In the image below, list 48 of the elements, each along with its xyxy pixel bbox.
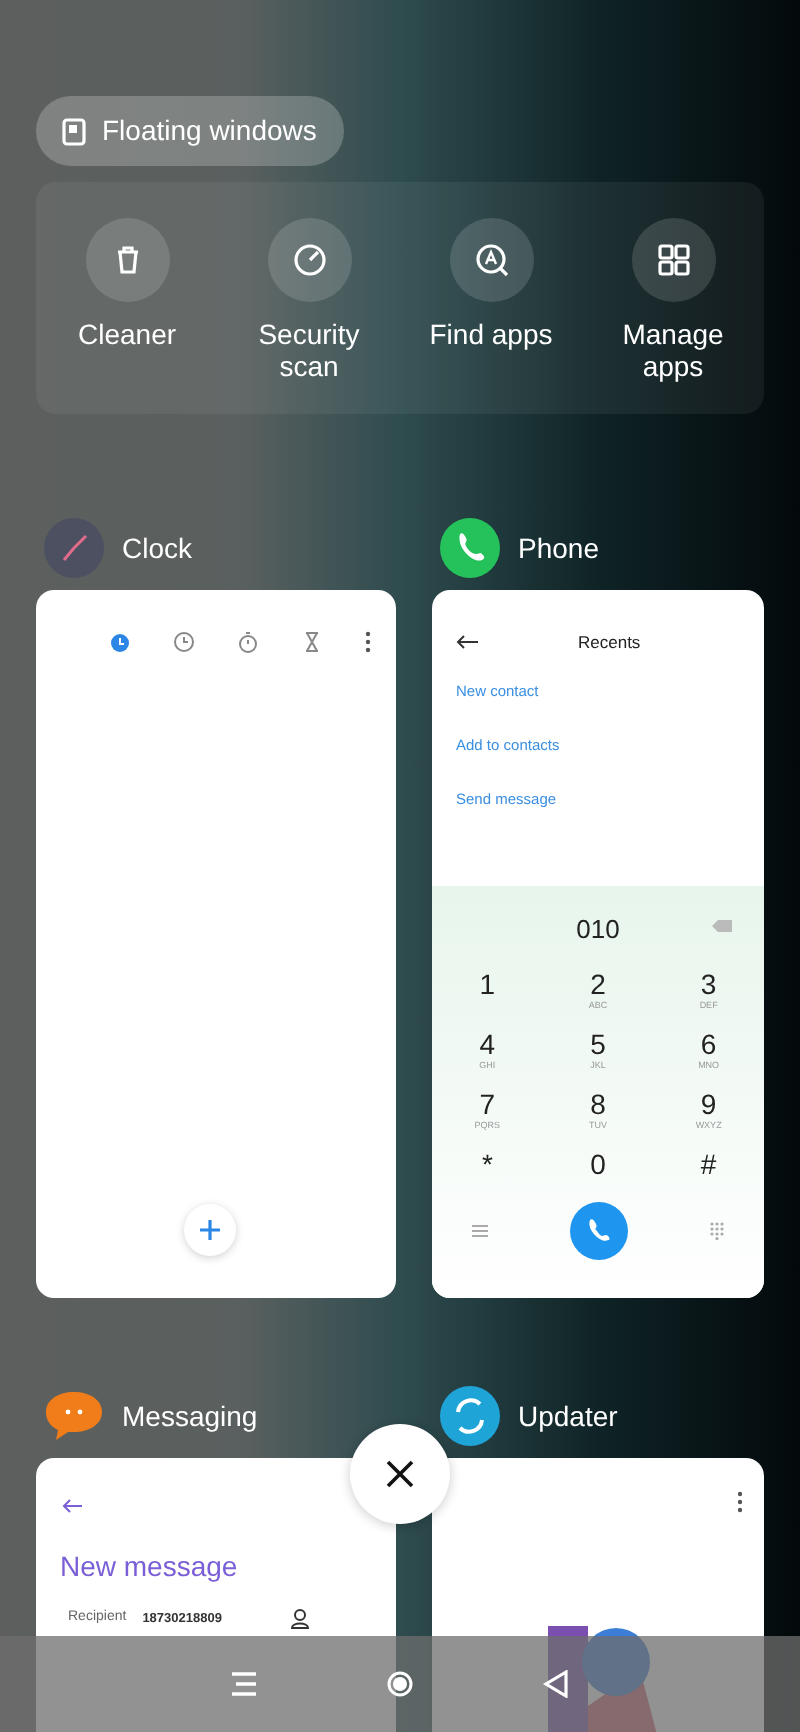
- gauge-icon: [289, 240, 329, 280]
- stopwatch-icon[interactable]: [236, 630, 260, 654]
- back-button[interactable]: [542, 1670, 570, 1698]
- plus-icon: [200, 1220, 220, 1240]
- backspace-icon: [712, 920, 732, 932]
- recents-button[interactable]: [230, 1670, 258, 1698]
- contact-icon: [289, 1608, 310, 1630]
- window-icon: [62, 117, 86, 145]
- app-name: Updater: [518, 1397, 618, 1436]
- tool-button[interactable]: Cleaner: [36, 218, 218, 382]
- more-icon: [364, 630, 372, 654]
- dial-key[interactable]: 0: [542, 1149, 654, 1193]
- close-icon: [386, 1460, 414, 1488]
- add-button[interactable]: [184, 1204, 236, 1256]
- phone-icon: [440, 518, 500, 578]
- home-icon: [386, 1670, 414, 1698]
- more-icon: [736, 1490, 744, 1514]
- back-icon: [456, 634, 478, 651]
- clock-icon: [44, 518, 104, 578]
- floating-windows-button[interactable]: Floating windows: [36, 96, 345, 166]
- tool-button[interactable]: Find apps: [400, 218, 582, 382]
- dialpad-icon: [709, 1221, 724, 1239]
- tool-button[interactable]: Manage apps: [582, 218, 764, 382]
- alarm-icon[interactable]: [108, 630, 132, 654]
- tool-button[interactable]: Security scan: [218, 218, 400, 382]
- dial-key[interactable]: #: [653, 1149, 764, 1193]
- home-button[interactable]: [386, 1670, 414, 1698]
- back-icon: [542, 1670, 570, 1698]
- screen-title: New message: [60, 1548, 240, 1586]
- clock-icon[interactable]: [172, 630, 196, 654]
- grid-icon: [653, 240, 693, 280]
- search-icon: [471, 240, 511, 280]
- chat-icon: [44, 1386, 104, 1446]
- close-button[interactable]: [350, 1424, 450, 1524]
- menu-icon: [472, 1223, 489, 1237]
- hourglass-icon[interactable]: [300, 630, 324, 654]
- dial-key[interactable]: *: [432, 1149, 543, 1193]
- back-icon: [62, 1498, 82, 1514]
- phone-icon: [586, 1218, 611, 1242]
- dialed-number: 010: [576, 912, 620, 948]
- app-name: Phone: [518, 529, 599, 567]
- menu-icon: [230, 1670, 258, 1698]
- dial-key[interactable]: 1: [432, 969, 543, 1013]
- call-button[interactable]: [569, 1201, 628, 1259]
- app-name: Clock: [122, 529, 193, 567]
- refresh-icon: [440, 1386, 500, 1446]
- app-name: Messaging: [122, 1397, 258, 1436]
- screen-title: Recents: [578, 630, 641, 656]
